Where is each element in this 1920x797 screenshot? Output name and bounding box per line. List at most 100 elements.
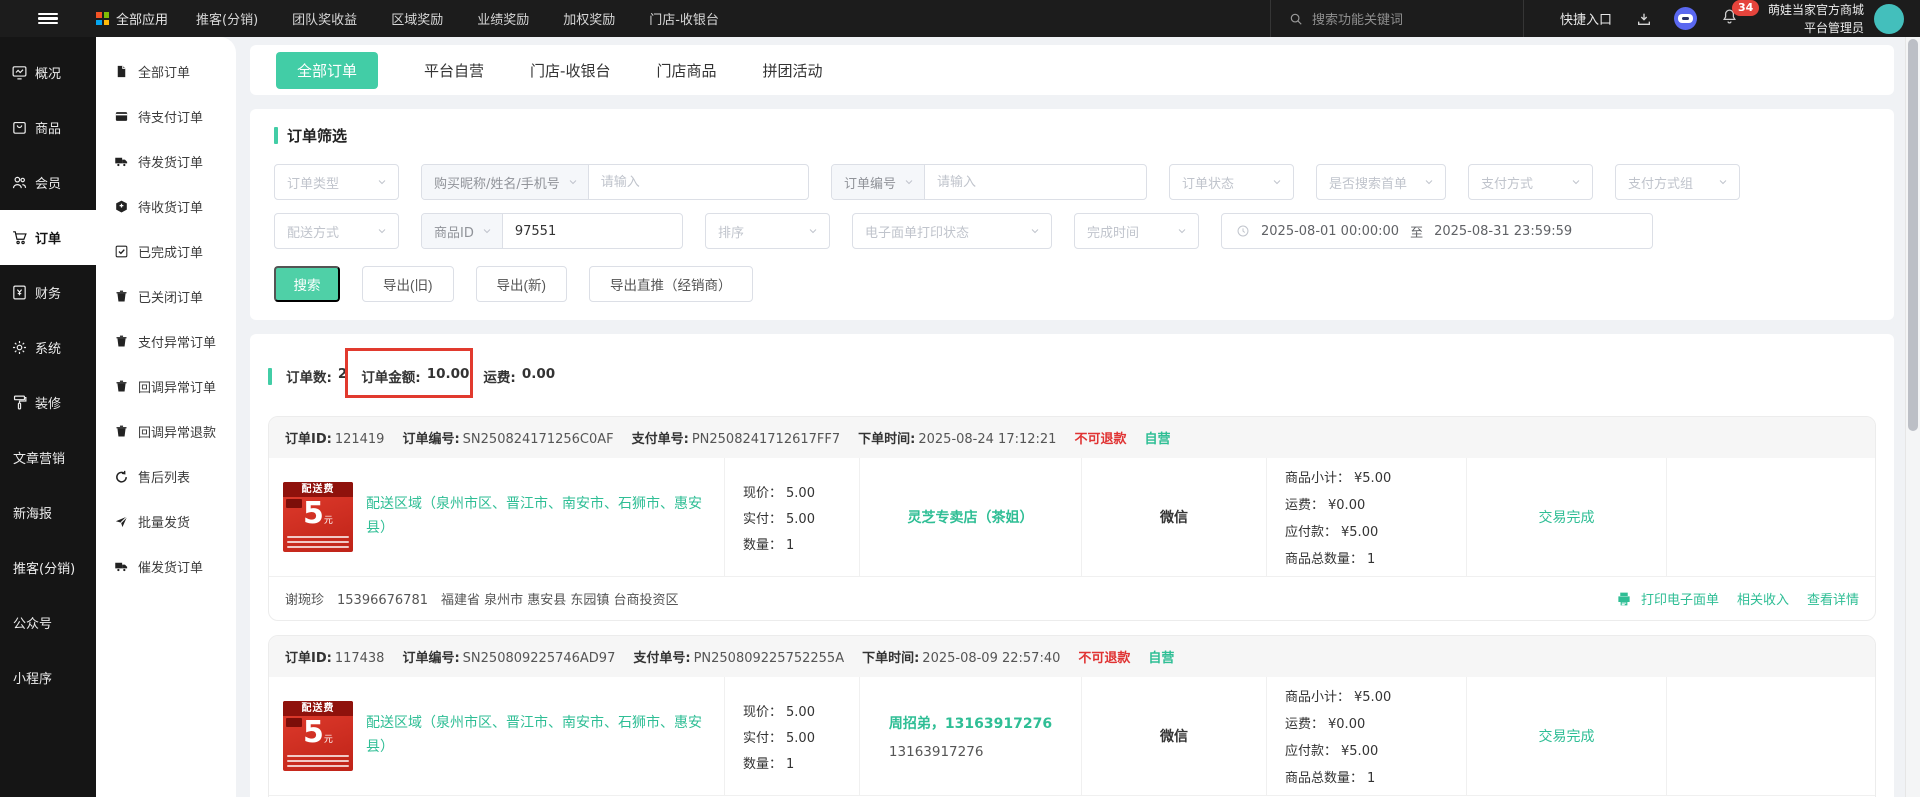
product-name-link[interactable]: 配送区域（泉州市区、晋江市、南安市、石狮市、惠安县）	[366, 712, 710, 760]
buyer-name-link[interactable]: 周招弟，13163917276	[889, 713, 1052, 733]
submenu-batch-ship[interactable]: 批量发货	[96, 499, 236, 544]
order-status-select[interactable]: 订单状态	[1169, 164, 1294, 200]
submenu-callback-abnormal-orders[interactable]: 回调异常订单	[96, 364, 236, 409]
product-id-field-select[interactable]: 商品ID	[422, 214, 503, 248]
sidebar-item-official-account[interactable]: 公众号	[0, 595, 96, 650]
complete-time-select[interactable]: 完成时间	[1074, 213, 1199, 249]
account-info[interactable]: 萌娃当家官方商城 平台管理员	[1768, 1, 1864, 37]
actions-cell	[1666, 458, 1875, 576]
chevron-down-icon	[1176, 225, 1188, 237]
quick-entry-button[interactable]: 快捷入口	[1522, 0, 1636, 37]
delivery-method-select[interactable]: 配送方式	[274, 213, 399, 249]
order-no-field-select[interactable]: 订单编号	[832, 165, 926, 199]
pay-method-cell: 微信	[1081, 458, 1266, 576]
account-role: 平台管理员	[1803, 20, 1864, 35]
pay-method-group-select[interactable]: 支付方式组	[1615, 164, 1740, 200]
sidebar-item-system[interactable]: 系统	[0, 320, 96, 375]
nav-item-region-reward[interactable]: 区域奖励	[391, 9, 443, 28]
buyer-field-select[interactable]: 购买昵称/姓名/手机号	[422, 165, 589, 199]
tab-all-orders[interactable]: 全部订单	[276, 51, 379, 89]
order-body: 配送费 5元 配送区域（泉州市区、晋江市、南安市、石狮市、惠安县） 现价： 5.0…	[269, 458, 1875, 576]
nav-item-performance-reward[interactable]: 业绩奖励	[477, 9, 529, 28]
recycle-icon	[114, 469, 129, 484]
sidebar-item-distribution[interactable]: 推客(分销)	[0, 540, 96, 595]
check-icon	[114, 244, 129, 259]
search-button[interactable]: 搜索	[274, 266, 340, 302]
store-buyer-cell: 周招弟，13163917276 13163917276	[859, 677, 1081, 795]
totals-cell: 商品小计： ¥5.00 运费： ¥0.00 应付款： ¥5.00 商品总数量： 1	[1266, 677, 1466, 795]
all-apps-button[interactable]: 全部应用	[96, 9, 168, 28]
product-cell: 配送费 5元 配送区域（泉州市区、晋江市、南安市、石狮市、惠安县）	[269, 677, 724, 795]
submenu-completed-orders[interactable]: 已完成订单	[96, 229, 236, 274]
export-new-button[interactable]: 导出(新)	[475, 266, 567, 302]
submenu-all-orders[interactable]: 全部订单	[96, 49, 236, 94]
product-image[interactable]: 配送费 5元	[283, 482, 353, 552]
menu-hamburger-icon[interactable]	[0, 10, 96, 26]
sidebar-item-overview[interactable]: 概况	[0, 45, 96, 100]
first-order-select[interactable]: 是否搜索首单	[1316, 164, 1446, 200]
order-no-search-input[interactable]	[925, 165, 1146, 199]
main-content: 全部订单 平台自营 门店-收银台 门店商品 拼团活动 订单筛选 订单类型 购买昵…	[236, 37, 1920, 797]
submenu-closed-orders[interactable]: 已关闭订单	[96, 274, 236, 319]
download-icon[interactable]	[1636, 11, 1652, 27]
view-detail-link[interactable]: 查看详情	[1807, 589, 1859, 608]
all-apps-label: 全部应用	[116, 13, 169, 28]
nav-item-team-reward[interactable]: 团队奖收益	[292, 9, 357, 28]
plane-icon	[114, 514, 129, 529]
submenu-aftersale-list[interactable]: 售后列表	[96, 454, 236, 499]
date-end: 2025-08-31 23:59:59	[1434, 223, 1573, 239]
members-icon	[11, 174, 28, 191]
status-badge: 交易完成	[1538, 729, 1595, 745]
apps-grid-icon	[96, 12, 109, 25]
sidebar-item-article-marketing[interactable]: 文章营销	[0, 430, 96, 485]
avatar[interactable]	[1874, 3, 1904, 34]
product-name-link[interactable]: 配送区域（泉州市区、晋江市、南安市、石狮市、惠安县）	[366, 493, 710, 541]
submenu-unpaid-orders[interactable]: 待支付订单	[96, 94, 236, 139]
truck-icon	[114, 559, 129, 574]
related-income-link[interactable]: 相关收入	[1737, 589, 1789, 608]
tab-group-activity[interactable]: 拼团活动	[762, 60, 822, 81]
export-old-button[interactable]: 导出(旧)	[362, 266, 454, 302]
submenu-to-ship-orders[interactable]: 待发货订单	[96, 139, 236, 184]
sidebar-item-new-poster[interactable]: 新海报	[0, 485, 96, 540]
sidebar-item-orders[interactable]: 订单	[0, 210, 96, 265]
product-image[interactable]: 配送费 5元	[283, 701, 353, 771]
submenu-urge-ship-orders[interactable]: 催发货订单	[96, 544, 236, 589]
vertical-scrollbar[interactable]	[1905, 37, 1920, 797]
sidebar-item-mini-program[interactable]: 小程序	[0, 650, 96, 705]
chevron-down-icon	[903, 176, 915, 188]
chevron-down-icon	[567, 176, 579, 188]
printer-icon	[1615, 590, 1633, 608]
submenu-to-receive-orders[interactable]: 待收货订单	[96, 184, 236, 229]
nav-item-weighted-reward[interactable]: 加权奖励	[563, 9, 615, 28]
export-direct-button[interactable]: 导出直推（经销商）	[589, 266, 753, 302]
global-search-input[interactable]: 搜索功能关键词	[1269, 0, 1523, 37]
submenu-pay-abnormal-orders[interactable]: 支付异常订单	[96, 319, 236, 364]
sidebar-item-members[interactable]: 会员	[0, 155, 96, 210]
chevron-down-icon	[1717, 176, 1729, 188]
tab-store-goods[interactable]: 门店商品	[656, 60, 716, 81]
assistant-robot-icon[interactable]	[1673, 7, 1697, 30]
top-navbar: 全部应用 推客(分销) 团队奖收益 区域奖励 业绩奖励 加权奖励 门店-收银台 …	[0, 0, 1920, 37]
store-name-link[interactable]: 灵芝专卖店（茶姐）	[908, 507, 1034, 527]
sidebar-item-goods[interactable]: 商品	[0, 100, 96, 155]
order-header: 订单ID: 117438 订单编号: SN250809225746AD97 支付单号…	[269, 636, 1875, 677]
buyer-search-input[interactable]	[588, 165, 808, 199]
sidebar-item-finance[interactable]: 财务	[0, 265, 96, 320]
print-eorder-link[interactable]: 打印电子面单	[1615, 589, 1719, 608]
scrollbar-thumb[interactable]	[1908, 39, 1918, 431]
nav-item-store-cashier[interactable]: 门店-收银台	[649, 9, 719, 28]
product-id-search-field: 商品ID	[421, 213, 683, 249]
submenu-callback-abnormal-refunds[interactable]: 回调异常退款	[96, 409, 236, 454]
tab-store-cashier[interactable]: 门店-收银台	[530, 60, 610, 81]
sidebar-item-decorate[interactable]: 装修	[0, 375, 96, 430]
date-range-picker[interactable]: 2025-08-01 00:00:00 至 2025-08-31 23:59:5…	[1221, 213, 1653, 249]
product-id-input[interactable]	[502, 214, 682, 248]
notification-bell-button[interactable]: 34	[1721, 0, 1760, 29]
order-type-select[interactable]: 订单类型	[274, 164, 399, 200]
eorder-print-status-select[interactable]: 电子面单打印状态	[852, 213, 1052, 249]
sort-select[interactable]: 排序	[705, 213, 830, 249]
nav-item-distribution[interactable]: 推客(分销)	[196, 9, 258, 28]
pay-method-select[interactable]: 支付方式	[1468, 164, 1593, 200]
tab-platform-self[interactable]: 平台自营	[424, 60, 484, 81]
